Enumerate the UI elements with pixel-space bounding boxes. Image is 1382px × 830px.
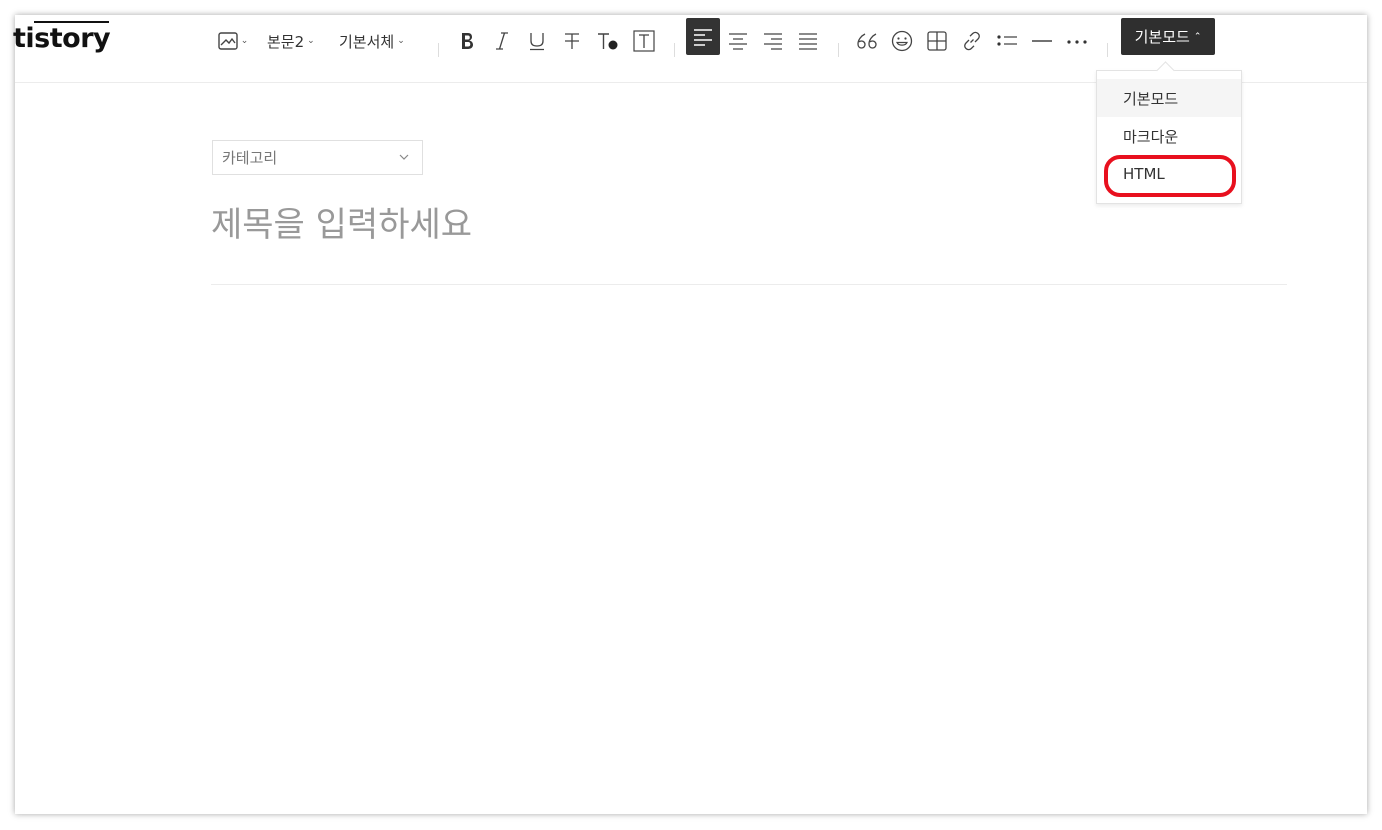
mode-option-html[interactable]: HTML: [1097, 155, 1241, 193]
mode-option-basic[interactable]: 기본모드: [1097, 79, 1241, 117]
align-center-button[interactable]: [724, 25, 752, 57]
table-button[interactable]: [923, 25, 951, 57]
more-icon: [1067, 40, 1087, 44]
align-right-icon: [764, 33, 782, 50]
paragraph-style-select[interactable]: 본문2 ⌄: [267, 25, 315, 57]
paragraph-style-value: 본문2: [267, 32, 305, 51]
more-button[interactable]: [1063, 25, 1091, 57]
toolbar-divider: [838, 43, 839, 57]
mode-option-label: 마크다운: [1123, 127, 1179, 146]
table-icon: [927, 31, 947, 51]
align-justify-icon: [799, 33, 817, 50]
bold-icon: [462, 33, 473, 49]
emoji-icon: [891, 30, 913, 52]
link-button[interactable]: [958, 25, 986, 57]
font-family-value: 기본서체: [339, 32, 395, 51]
align-center-icon: [729, 33, 747, 50]
italic-icon: [496, 32, 508, 50]
list-button[interactable]: [993, 25, 1021, 57]
mode-option-label: HTML: [1123, 165, 1165, 183]
underline-icon: [530, 33, 544, 51]
tistory-logo[interactable]: tistory: [13, 23, 111, 54]
chevron-down-icon: [399, 154, 409, 160]
editor-mode-menu: 기본모드 마크다운 HTML: [1096, 61, 1242, 204]
link-icon: [964, 31, 980, 51]
list-icon: [997, 35, 1017, 46]
align-left-button[interactable]: [686, 18, 720, 55]
text-color-icon: [598, 33, 618, 50]
chevron-up-icon: ⌃: [1193, 31, 1202, 42]
strikethrough-icon: [565, 33, 579, 49]
category-placeholder: 카테고리: [222, 149, 278, 167]
align-left-icon: [694, 28, 712, 46]
text-background-button[interactable]: [630, 25, 658, 57]
image-icon: [218, 32, 238, 50]
align-right-button[interactable]: [759, 25, 787, 57]
title-divider: [211, 284, 1287, 285]
quote-button[interactable]: [853, 25, 881, 57]
editor-window: tistory ⌄ 본문2 ⌄ 기본서체 ⌄ 기본모드 ⌃ 기본모드 마크다운 …: [13, 15, 1367, 814]
text-color-button[interactable]: [594, 25, 622, 57]
italic-button[interactable]: [488, 25, 516, 57]
editor-mode-button[interactable]: 기본모드 ⌃: [1121, 18, 1215, 55]
divider-icon: [1032, 40, 1052, 42]
text-background-icon: [633, 30, 655, 52]
underline-button[interactable]: [523, 25, 551, 57]
toolbar-divider: [438, 43, 439, 57]
toolbar-divider: [1107, 43, 1108, 57]
bold-button[interactable]: [453, 25, 481, 57]
chevron-down-icon: ⌄: [397, 36, 405, 46]
strikethrough-button[interactable]: [558, 25, 586, 57]
insert-image-button[interactable]: ⌄: [215, 25, 251, 57]
mode-option-label: 기본모드: [1123, 89, 1179, 108]
category-select[interactable]: 카테고리: [212, 140, 423, 175]
quote-icon: [857, 33, 877, 49]
chevron-down-icon: ⌄: [307, 36, 315, 46]
mode-option-markdown[interactable]: 마크다운: [1097, 117, 1241, 155]
emoji-button[interactable]: [888, 25, 916, 57]
title-input[interactable]: [211, 200, 1287, 250]
editor-mode-label: 기본모드: [1134, 28, 1190, 46]
chevron-down-icon: ⌄: [240, 36, 249, 46]
font-family-select[interactable]: 기본서체 ⌄: [339, 25, 405, 57]
divider-button[interactable]: [1028, 25, 1056, 57]
align-justify-button[interactable]: [794, 25, 822, 57]
toolbar-divider: [674, 43, 675, 57]
